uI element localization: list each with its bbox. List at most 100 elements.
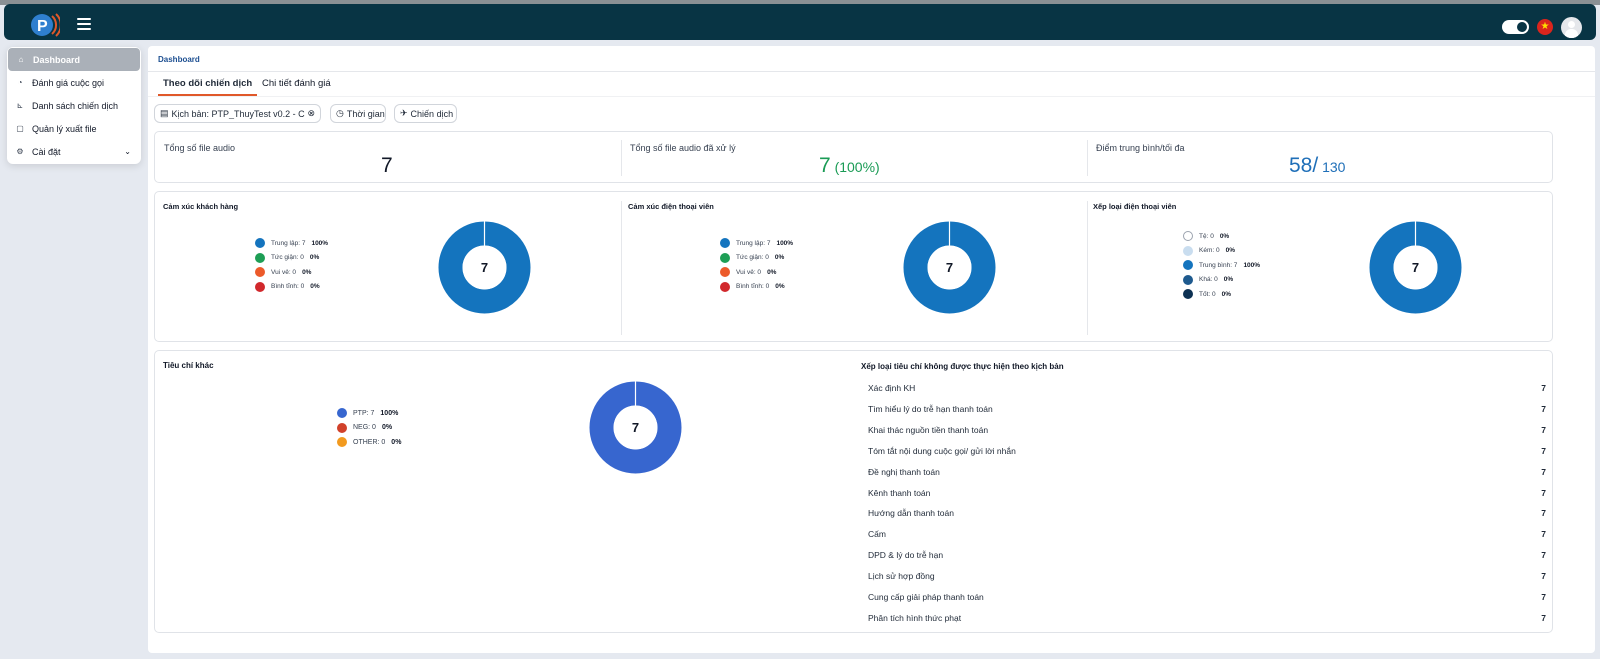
legend-percent: 100% xyxy=(311,239,329,247)
donut-chart: 7 xyxy=(438,221,531,314)
clear-icon[interactable]: ⊗ xyxy=(307,108,315,119)
tab-evaluation-detail[interactable]: Chi tiết đánh giá xyxy=(262,78,331,94)
legend-item[interactable]: Vui vẻ: 0 0% xyxy=(255,265,328,280)
legend-item[interactable]: Khá: 0 0% xyxy=(1183,273,1260,288)
legend-item[interactable]: Tức giận: 0 0% xyxy=(255,251,328,266)
legend-label: Tức giận: 0 xyxy=(736,254,769,262)
criteria-row[interactable]: Cấm 7 xyxy=(868,525,1546,546)
legend-item[interactable]: Tức giận: 0 0% xyxy=(720,251,793,266)
legend-percent: 100% xyxy=(776,239,794,247)
legend-item[interactable]: Kém: 0 0% xyxy=(1183,244,1260,259)
stat-number: 58/ xyxy=(1289,154,1319,177)
app-logo[interactable]: P xyxy=(30,11,60,39)
legend-item[interactable]: Tốt: 0 0% xyxy=(1183,287,1260,302)
time-filter[interactable]: ◷ Thời gian xyxy=(330,104,386,123)
document-icon: ▤ xyxy=(160,108,169,118)
tab-divider xyxy=(148,96,1595,97)
criteria-row[interactable]: Hướng dẫn thanh toán 7 xyxy=(868,504,1546,525)
criteria-label: Cấm xyxy=(868,529,886,540)
donut-center-label: 7 xyxy=(946,260,953,275)
criteria-row[interactable]: Phân tích hình thức phạt 7 xyxy=(868,609,1546,630)
legend-label: Khá: 0 xyxy=(1199,276,1218,284)
legend-swatch xyxy=(337,408,347,419)
criteria-row[interactable]: Kênh thanh toán 7 xyxy=(868,484,1546,505)
stat-label: Tổng số file audio xyxy=(164,143,236,153)
legend-label: Trung lập: 7 xyxy=(736,239,771,247)
tab-campaign-tracking[interactable]: Theo dõi chiến dịch xyxy=(158,78,258,96)
clock-icon: ◷ xyxy=(336,108,344,118)
legend-label: PTP: 7 xyxy=(353,409,375,417)
stat-label: Điểm trung bình/tối đa xyxy=(1096,143,1185,153)
legend-item[interactable]: Bình tĩnh: 0 0% xyxy=(255,280,328,295)
criteria-count: 7 xyxy=(1541,612,1546,623)
sidebar-item-settings[interactable]: ⚙ Cài đặt ⌄ xyxy=(7,140,141,163)
criteria-label: Đề nghị thanh toán xyxy=(868,466,940,477)
legend-item[interactable]: NEG: 0 0% xyxy=(337,421,401,436)
legend-swatch xyxy=(255,252,265,263)
hamburger-icon[interactable] xyxy=(77,18,91,30)
criteria-count: 7 xyxy=(1541,592,1546,602)
criteria-count: 7 xyxy=(1541,466,1546,477)
sidebar-item-call-evaluation[interactable]: ◔ Đánh giá cuộc gọi xyxy=(7,71,141,94)
legend-item[interactable]: Bình tĩnh: 0 0% xyxy=(720,280,793,295)
legend-item[interactable]: Trung lập: 7 100% xyxy=(720,236,793,251)
script-filter[interactable]: ▤ Kịch bản: PTP_ThuyTest v0.2 - Copy ⊗ xyxy=(154,104,321,123)
legend-swatch xyxy=(1183,245,1193,256)
chart-title: Tiêu chí khác xyxy=(163,361,214,370)
legend-percent: 0% xyxy=(309,254,320,262)
legend-item[interactable]: OTHER: 0 0% xyxy=(337,435,401,450)
legend-label: Trung bình: 7 xyxy=(1199,261,1238,269)
vietnam-flag-icon[interactable]: ★ xyxy=(1537,19,1553,35)
campaign-filter[interactable]: ✈ Chiến dịch xyxy=(394,104,457,123)
legend-label: Bình tĩnh: 0 xyxy=(271,283,305,291)
legend-label: Bình tĩnh: 0 xyxy=(736,283,770,291)
legend-swatch xyxy=(255,238,265,249)
criteria-row[interactable]: Xác định KH 7 xyxy=(868,379,1546,400)
donut-center-label: 7 xyxy=(1412,260,1419,275)
legend-item[interactable]: Tệ: 0 0% xyxy=(1183,229,1260,244)
criteria-row[interactable]: Cung cấp giải pháp thanh toán 7 xyxy=(868,588,1546,609)
legend-label: Kém: 0 xyxy=(1199,247,1220,255)
criteria-label: Kênh thanh toán xyxy=(868,487,931,498)
criteria-row[interactable]: DPD & lý do trễ hạn 7 xyxy=(868,546,1546,567)
chart-title: Cảm xúc khách hàng xyxy=(163,202,239,211)
breadcrumb[interactable]: Dashboard xyxy=(158,55,200,64)
criteria-count: 7 xyxy=(1541,550,1546,561)
criteria-count: 7 xyxy=(1541,403,1546,414)
legend-swatch xyxy=(255,267,265,278)
sidebar-item-campaign-list[interactable]: ⊾ Danh sách chiến dịch xyxy=(7,94,141,117)
legend-label: OTHER: 0 xyxy=(353,438,386,446)
legend-percent: 0% xyxy=(1219,232,1230,240)
legend-item[interactable]: Vui vẻ: 0 0% xyxy=(720,265,793,280)
chart-legend: Trung lập: 7 100% Tức giận: 0 0% Vui vẻ: 0 0%… xyxy=(255,236,328,294)
sidebar-item-label: Đánh giá cuộc gọi xyxy=(32,77,105,88)
criteria-row[interactable]: Khai thác nguồn tiền thanh toán 7 xyxy=(868,421,1546,442)
legend-swatch xyxy=(720,252,730,263)
divider xyxy=(1087,201,1088,335)
stat-sub: (100%) xyxy=(830,159,880,175)
legend-item[interactable]: Trung lập: 7 100% xyxy=(255,236,328,251)
legend-item[interactable]: Trung bình: 7 100% xyxy=(1183,258,1260,273)
chevron-down-icon[interactable]: ⌄ xyxy=(124,147,131,156)
theme-toggle[interactable] xyxy=(1502,20,1529,34)
sidebar-item-dashboard[interactable]: ⌂ Dashboard xyxy=(8,48,140,71)
legend-item[interactable]: PTP: 7 100% xyxy=(337,406,401,421)
chart-legend: PTP: 7 100% NEG: 0 0% OTHER: 0 0% xyxy=(337,406,401,450)
legend-percent: 0% xyxy=(391,438,402,446)
home-icon: ⌂ xyxy=(18,54,24,64)
criteria-count: 7 xyxy=(1541,508,1546,519)
criteria-row[interactable]: Đề nghị thanh toán 7 xyxy=(868,463,1546,484)
criteria-row[interactable]: Tìm hiểu lý do trễ hạn thanh toán 7 xyxy=(868,400,1546,421)
criteria-row[interactable]: Lịch sử hợp đồng 7 xyxy=(868,567,1546,588)
criteria-count: 7 xyxy=(1541,383,1546,393)
legend-percent: 0% xyxy=(1221,290,1232,298)
criteria-row[interactable]: Tóm tắt nội dung cuộc gọi/ gửi lời nhắn 7 xyxy=(868,442,1546,463)
stat-total-audio: Tổng số file audio 7 xyxy=(155,132,621,184)
user-avatar[interactable] xyxy=(1561,17,1582,38)
sidebar-item-export-files[interactable]: ▢ Quản lý xuất file xyxy=(7,117,141,140)
stat-number: 7 xyxy=(381,154,393,177)
time-filter-label: Thời gian xyxy=(346,108,385,119)
legend-percent: 100% xyxy=(1243,261,1261,269)
toggle-knob xyxy=(1517,22,1527,32)
chart-title: Cảm xúc điện thoại viên xyxy=(628,202,714,211)
